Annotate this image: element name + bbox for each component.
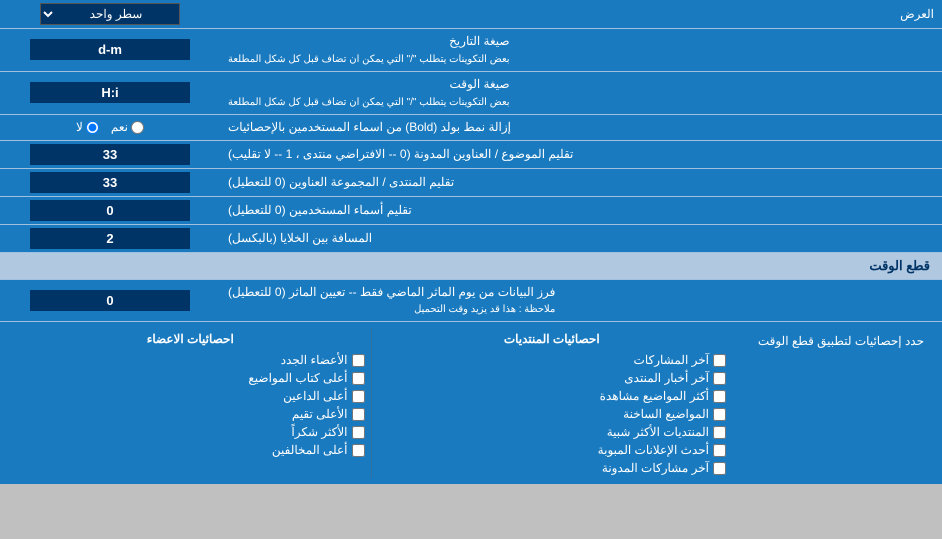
cb-latest-classified[interactable] xyxy=(713,444,726,457)
topic-title-input[interactable]: 33 xyxy=(30,144,190,165)
cb-last-news-label: آخر أخبار المنتدى xyxy=(624,371,709,385)
checkbox-item-1: آخر المشاركات xyxy=(378,352,727,368)
checkbox-item-8: الأعضاء الجدد xyxy=(16,352,365,368)
date-format-row: صيغة التاريخبعض التكوينات يتطلب "/" التي… xyxy=(0,29,942,72)
cb-most-viewed-label: أكثر المواضيع مشاهدة xyxy=(600,389,709,403)
cb-new-members-label: الأعضاء الجدد xyxy=(281,353,348,367)
bold-stats-radio-wrap: نعم لا xyxy=(0,117,220,137)
cb-most-thanks[interactable] xyxy=(352,426,365,439)
cutoff-days-row: فرز البيانات من يوم الماثر الماضي فقط --… xyxy=(0,280,942,323)
cb-top-writers-label: أعلى كتاب المواضيع xyxy=(248,371,347,385)
cutoff-days-input-wrap: 0 xyxy=(0,280,220,322)
checkbox-item-13: أعلى المخالفين xyxy=(16,442,365,458)
username-trim-label: تقليم أسماء المستخدمين (0 للتعطيل) xyxy=(220,197,942,224)
header-row: العرض سطر واحد سطرين ثلاثة أسطر xyxy=(0,0,942,29)
checkbox-item-7: آخر مشاركات المدونة xyxy=(378,460,727,476)
forum-title-label: تقليم المنتدى / المجموعة العناوين (0 للت… xyxy=(220,169,942,196)
forum-title-input[interactable]: 33 xyxy=(30,172,190,193)
cb-most-viewed[interactable] xyxy=(713,390,726,403)
cb-top-rated[interactable] xyxy=(352,408,365,421)
username-trim-input-wrap: 0 xyxy=(0,197,220,224)
forum-stats-col-header: احصائيات المنتديات xyxy=(378,330,727,350)
cb-hot-topics[interactable] xyxy=(713,408,726,421)
forum-title-row: تقليم المنتدى / المجموعة العناوين (0 للت… xyxy=(0,169,942,197)
checkbox-item-5: المنتديات الأكثر شبية xyxy=(378,424,727,440)
cb-top-writers[interactable] xyxy=(352,372,365,385)
checkbox-item-6: أحدث الإعلانات المبوبة xyxy=(378,442,727,458)
cb-hot-topics-label: المواضيع الساخنة xyxy=(623,407,709,421)
cb-top-inviters-label: أعلى الداعين xyxy=(283,389,347,403)
cb-last-blog[interactable] xyxy=(713,462,726,475)
bold-yes-radio[interactable] xyxy=(131,121,144,134)
cell-spacing-input[interactable]: 2 xyxy=(30,228,190,249)
topic-title-label: تقليم الموضوع / العناوين المدونة (0 -- ا… xyxy=(220,141,942,168)
checkboxes-container: احصائيات المنتديات آخر المشاركات آخر أخب… xyxy=(10,328,732,478)
cb-most-similar-label: المنتديات الأكثر شبية xyxy=(607,425,709,439)
forum-stats-col: احصائيات المنتديات آخر المشاركات آخر أخب… xyxy=(372,328,733,478)
cell-spacing-label: المسافة بين الخلايا (بالبكسل) xyxy=(220,225,942,252)
checkbox-item-12: الأكثر شكراً xyxy=(16,424,365,440)
cb-last-posts-label: آخر المشاركات xyxy=(634,353,709,367)
time-format-input-wrap: H:i xyxy=(0,72,220,114)
cb-last-blog-label: آخر مشاركات المدونة xyxy=(602,461,709,475)
bold-no-radio[interactable] xyxy=(86,121,99,134)
cb-last-news[interactable] xyxy=(713,372,726,385)
cutoff-days-label: فرز البيانات من يوم الماثر الماضي فقط --… xyxy=(220,280,942,322)
checkbox-item-11: الأعلى تقيم xyxy=(16,406,365,422)
checkbox-item-3: أكثر المواضيع مشاهدة xyxy=(378,388,727,404)
topic-title-row: تقليم الموضوع / العناوين المدونة (0 -- ا… xyxy=(0,141,942,169)
time-format-row: صيغة الوقتبعض التكوينات يتطلب "/" التي ي… xyxy=(0,72,942,115)
topic-title-input-wrap: 33 xyxy=(0,141,220,168)
member-stats-col: احصائيات الاعضاء الأعضاء الجدد أعلى كتاب… xyxy=(10,328,371,478)
main-container: العرض سطر واحد سطرين ثلاثة أسطر صيغة الت… xyxy=(0,0,942,484)
date-format-label: صيغة التاريخبعض التكوينات يتطلب "/" التي… xyxy=(220,29,942,71)
checkbox-item-4: المواضيع الساخنة xyxy=(378,406,727,422)
username-trim-row: تقليم أسماء المستخدمين (0 للتعطيل) 0 xyxy=(0,197,942,225)
cb-top-violators[interactable] xyxy=(352,444,365,457)
date-format-input[interactable]: d-m xyxy=(30,39,190,60)
member-stats-col-header: احصائيات الاعضاء xyxy=(16,330,365,350)
cutoff-section-header: قطع الوقت xyxy=(0,253,942,280)
cb-new-members[interactable] xyxy=(352,354,365,367)
date-format-input-wrap: d-m xyxy=(0,29,220,71)
bold-stats-label: إزالة نمط بولد (Bold) من اسماء المستخدمي… xyxy=(220,115,942,140)
bottom-area: حدد إحصائيات لتطبيق قطع الوقت احصائيات ا… xyxy=(0,322,942,484)
cutoff-days-input[interactable]: 0 xyxy=(30,290,190,311)
cell-spacing-input-wrap: 2 xyxy=(0,225,220,252)
checkbox-item-2: آخر أخبار المنتدى xyxy=(378,370,727,386)
header-select-wrap: سطر واحد سطرين ثلاثة أسطر xyxy=(0,0,220,28)
cb-most-thanks-label: الأكثر شكراً xyxy=(291,425,347,439)
time-format-input[interactable]: H:i xyxy=(30,82,190,103)
cb-top-inviters[interactable] xyxy=(352,390,365,403)
header-label: العرض xyxy=(220,3,942,25)
cb-latest-classified-label: أحدث الإعلانات المبوبة xyxy=(598,443,709,457)
bold-stats-row: إزالة نمط بولد (Bold) من اسماء المستخدمي… xyxy=(0,115,942,141)
cb-top-rated-label: الأعلى تقيم xyxy=(292,407,348,421)
cell-spacing-row: المسافة بين الخلايا (بالبكسل) 2 xyxy=(0,225,942,253)
checkbox-item-10: أعلى الداعين xyxy=(16,388,365,404)
cb-top-violators-label: أعلى المخالفين xyxy=(272,443,348,457)
cutoff-stats-label: حدد إحصائيات لتطبيق قطع الوقت xyxy=(732,328,932,350)
bold-no-label[interactable]: لا xyxy=(76,120,99,134)
col-divider xyxy=(371,328,372,478)
time-format-label: صيغة الوقتبعض التكوينات يتطلب "/" التي ي… xyxy=(220,72,942,114)
display-mode-select[interactable]: سطر واحد سطرين ثلاثة أسطر xyxy=(40,3,180,25)
checkbox-item-9: أعلى كتاب المواضيع xyxy=(16,370,365,386)
cb-last-posts[interactable] xyxy=(713,354,726,367)
bold-yes-label[interactable]: نعم xyxy=(111,120,144,134)
cb-most-similar[interactable] xyxy=(713,426,726,439)
forum-title-input-wrap: 33 xyxy=(0,169,220,196)
username-trim-input[interactable]: 0 xyxy=(30,200,190,221)
